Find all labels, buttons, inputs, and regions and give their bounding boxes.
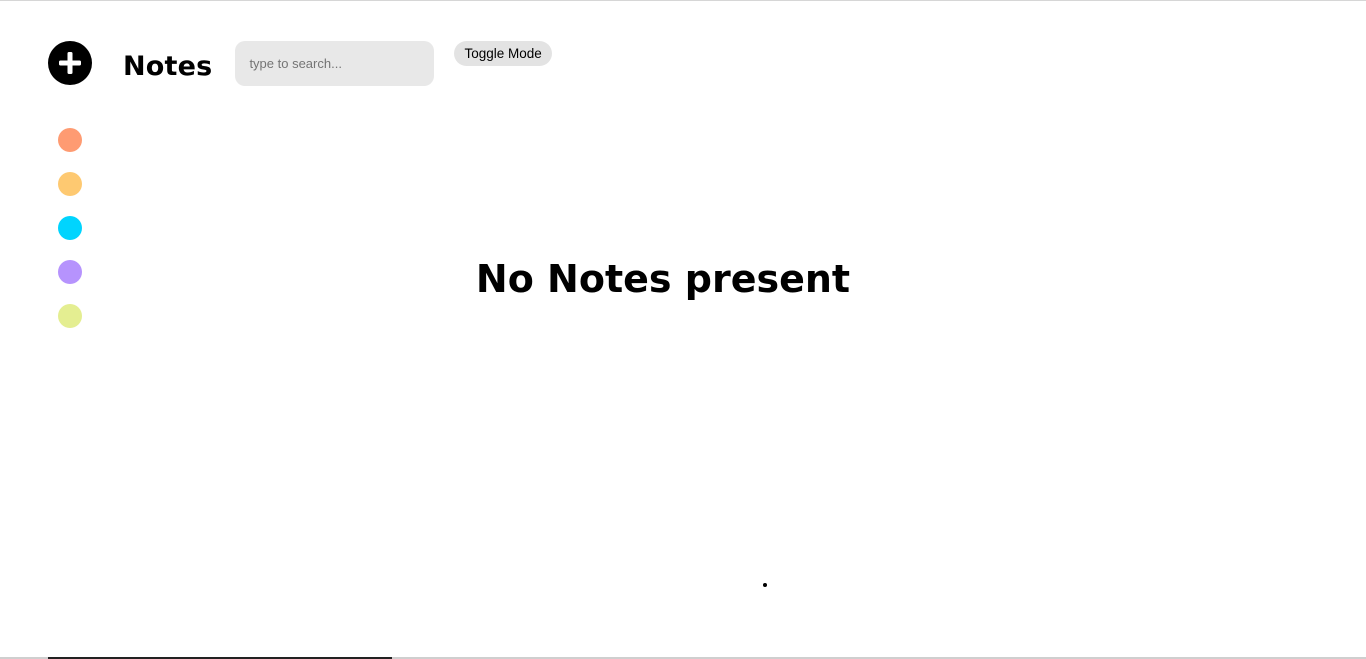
plus-icon bbox=[59, 52, 81, 74]
color-list bbox=[58, 128, 82, 348]
color-option-3[interactable] bbox=[58, 216, 82, 240]
color-option-2[interactable] bbox=[58, 172, 82, 196]
header: Notes Toggle Mode bbox=[123, 41, 552, 86]
notes-app: Notes Toggle Mode No Notes present bbox=[0, 0, 1366, 659]
page-title: Notes bbox=[123, 51, 213, 82]
stray-dot bbox=[763, 583, 767, 587]
color-option-5[interactable] bbox=[58, 304, 82, 328]
add-note-button[interactable] bbox=[48, 41, 92, 85]
sidebar bbox=[40, 41, 100, 348]
search-input[interactable] bbox=[235, 41, 435, 86]
toggle-mode-button[interactable]: Toggle Mode bbox=[454, 41, 552, 66]
empty-state-message: No Notes present bbox=[475, 257, 851, 301]
color-option-1[interactable] bbox=[58, 128, 82, 152]
